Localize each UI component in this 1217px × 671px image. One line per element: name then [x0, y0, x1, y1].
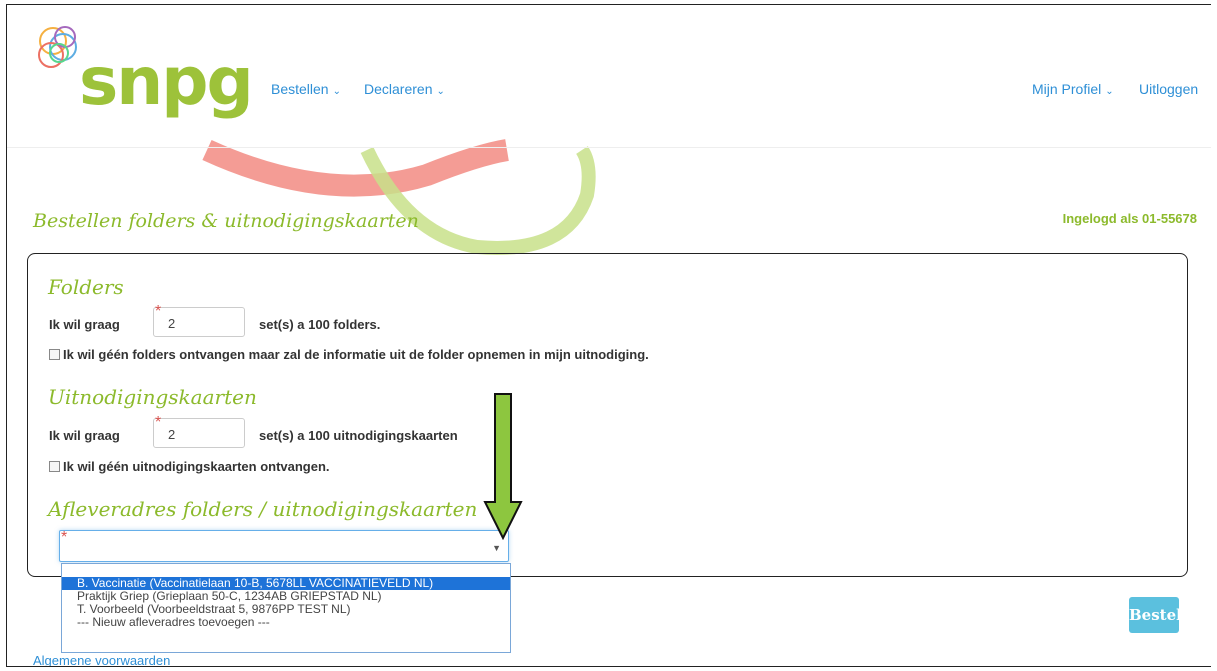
- afleveradres-select[interactable]: ▼: [59, 530, 509, 562]
- folders-suffix: set(s) a 100 folders.: [259, 317, 381, 332]
- dropdown-option-new-address[interactable]: --- Nieuw afleveradres toevoegen ---: [62, 616, 510, 629]
- afleveradres-dropdown[interactable]: B. Vaccinatie (Vaccinatielaan 10-B, 5678…: [61, 563, 511, 653]
- asterisk-icon: *: [61, 529, 68, 546]
- folders-label: Ik wil graag: [49, 317, 120, 332]
- order-button[interactable]: Bestel: [1129, 597, 1182, 633]
- chevron-down-icon: ▼: [492, 543, 501, 553]
- nav-declareren[interactable]: Declareren ⌄: [364, 81, 445, 97]
- uitnodigingen-optout-label: Ik wil géén uitnodigingskaarten ontvange…: [63, 459, 330, 474]
- chevron-down-icon: ⌄: [436, 86, 445, 97]
- asterisk-icon: *: [155, 414, 162, 431]
- nav-mijn-profiel[interactable]: Mijn Profiel ⌄: [1032, 81, 1114, 97]
- nav-uitloggen[interactable]: Uitloggen: [1139, 81, 1198, 97]
- terms-link[interactable]: Algemene voorwaarden: [33, 653, 170, 666]
- uitnodigingen-quantity-input[interactable]: 2: [153, 418, 245, 448]
- nav-bestellen-label: Bestellen: [271, 81, 329, 97]
- logo-text[interactable]: snpg: [79, 49, 254, 115]
- nav-profile-label: Mijn Profiel: [1032, 81, 1102, 97]
- folders-optout-label: Ik wil géén folders ontvangen maar zal d…: [63, 347, 649, 362]
- page-frame: snpg Bestellen ⌄ Declareren ⌄ Mijn Profiel…: [6, 4, 1211, 667]
- folders-optout-checkbox[interactable]: [49, 349, 60, 360]
- logged-in-status: Ingelogd als 01-55678: [1062, 211, 1197, 226]
- asterisk-icon: *: [155, 303, 162, 320]
- chevron-down-icon: ⌄: [332, 86, 341, 97]
- chevron-down-icon: ⌄: [1105, 86, 1114, 97]
- uitnodigingen-suffix: set(s) a 100 uitnodigingskaarten: [259, 428, 458, 443]
- order-panel: [27, 253, 1188, 577]
- nav-declareren-label: Declareren: [364, 81, 433, 97]
- uitnodigingen-label: Ik wil graag: [49, 428, 120, 443]
- afleveradres-heading: Afleveradres folders / uitnodigingskaart…: [48, 497, 478, 521]
- folders-quantity-input[interactable]: 2: [153, 307, 245, 337]
- page-title: Bestellen folders & uitnodigingskaarten: [33, 210, 419, 232]
- uitnodigingen-optout-checkbox[interactable]: [49, 461, 60, 472]
- folders-heading: Folders: [48, 275, 124, 299]
- uitnodigingen-heading: Uitnodigingskaarten: [48, 385, 257, 409]
- header-divider: [7, 147, 1211, 148]
- down-arrow-icon: [483, 393, 523, 540]
- nav-bestellen[interactable]: Bestellen ⌄: [271, 81, 341, 97]
